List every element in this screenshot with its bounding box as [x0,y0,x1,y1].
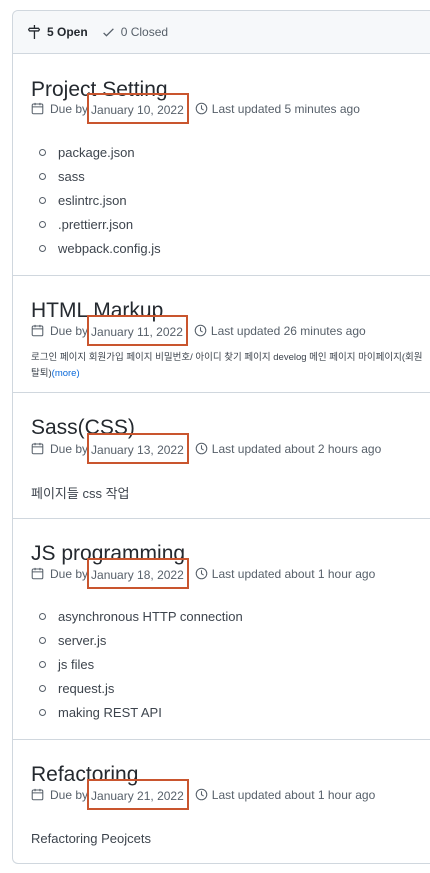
due-date: January 18, 2022 [87,558,189,589]
calendar-icon [31,442,44,455]
due-date: January 11, 2022 [87,315,188,346]
list-item: making REST API [39,701,243,725]
list-item: eslintrc.json [39,189,161,213]
last-updated: Last updated about 1 hour ago [211,787,376,802]
due-prefix: Due by [50,101,89,116]
due-date: January 21, 2022 [87,779,189,810]
closed-filter[interactable]: 0 Closed [102,25,168,39]
due-prefix: Due by [50,566,89,581]
open-count-label: 5 Open [47,25,88,39]
due-date: January 10, 2022 [87,93,189,124]
clock-icon [195,102,208,115]
last-updated: Last updated about 2 hours ago [211,441,382,456]
list-item: package.json [39,141,161,165]
due-prefix: Due by [50,441,89,456]
milestone-description: Refactoring Peojcets [31,831,151,846]
milestone-project-setting: Project Setting Due by January 10, 2022 … [13,54,430,276]
list-item: sass [39,165,161,189]
milestone-item-list: package.json sass eslintrc.json .prettie… [39,141,161,261]
description-text: 로그인 페이지 회원가입 페이지 비밀번호/ 아이디 찾기 페이지 develo… [31,352,423,379]
due-prefix: Due by [50,787,89,802]
closed-count-label: 0 Closed [120,25,169,39]
milestone-description: 페이지들 css 작업 [31,486,130,501]
last-updated: Last updated 26 minutes ago [210,323,366,338]
milestone-description: 로그인 페이지 회원가입 페이지 비밀번호/ 아이디 찾기 페이지 develo… [31,350,426,382]
list-item: asynchronous HTTP connection [39,605,243,629]
milestone-meta: Due by January 18, 2022 Last updated abo… [31,558,375,589]
calendar-icon [31,102,44,115]
due-prefix: Due by [50,323,89,338]
milestone-html-markup: HTML Markup Due by January 11, 2022 Last… [13,276,430,393]
milestone-item-list: asynchronous HTTP connection server.js j… [39,605,243,725]
milestone-js-programming: JS programming Due by January 18, 2022 L… [13,519,430,740]
due-date: January 13, 2022 [87,433,189,464]
list-item: js files [39,653,243,677]
clock-icon [194,324,207,337]
milestone-meta: Due by January 11, 2022 Last updated 26 … [31,315,366,346]
milestone-sass-css: Sass(CSS) Due by January 13, 2022 Last u… [13,393,430,519]
last-updated: Last updated 5 minutes ago [211,101,360,116]
milestone-meta: Due by January 10, 2022 Last updated 5 m… [31,93,360,124]
list-item: server.js [39,629,243,653]
open-filter[interactable]: 5 Open [27,25,88,39]
clock-icon [195,567,208,580]
milestone-icon [27,25,41,39]
calendar-icon [31,567,44,580]
calendar-icon [31,324,44,337]
clock-icon [195,442,208,455]
list-item: request.js [39,677,243,701]
milestones-header: 5 Open 0 Closed [13,11,430,54]
more-link[interactable]: (more) [52,368,80,379]
clock-icon [195,788,208,801]
milestones-panel: 5 Open 0 Closed Project Setting Due by J… [12,10,430,864]
milestone-meta: Due by January 13, 2022 Last updated abo… [31,433,381,464]
last-updated: Last updated about 1 hour ago [211,566,376,581]
list-item: webpack.config.js [39,237,161,261]
milestone-meta: Due by January 21, 2022 Last updated abo… [31,779,375,810]
list-item: .prettierr.json [39,213,161,237]
calendar-icon [31,788,44,801]
check-icon [102,27,114,37]
milestone-refactoring: Refactoring Due by January 21, 2022 Last… [13,740,430,864]
